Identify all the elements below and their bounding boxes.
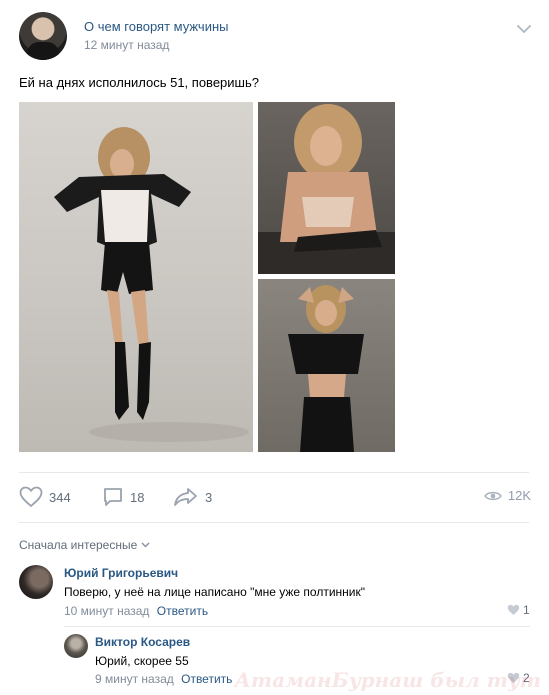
comment-avatar[interactable] (19, 565, 53, 599)
comment-time[interactable]: 9 минут назад (95, 672, 174, 686)
comment-author-link[interactable]: Юрий Григорьевич (64, 566, 178, 580)
share-button[interactable]: 3 (173, 486, 212, 508)
comment-time[interactable]: 10 минут назад (64, 604, 149, 618)
comments-divider (19, 522, 529, 523)
like-button[interactable]: 344 (19, 486, 71, 508)
comment-count: 18 (130, 489, 145, 505)
comment-like-button[interactable]: 1 (507, 603, 530, 617)
eye-icon (483, 491, 502, 500)
chevron-down-icon[interactable] (517, 24, 531, 34)
comment-button[interactable]: 18 (102, 486, 144, 508)
watermark: АтаманБурнаш был тут (234, 668, 541, 692)
group-name-link[interactable]: О чем говорят мужчины (84, 19, 228, 34)
comment-text: Юрий, скорее 55 (95, 654, 189, 668)
comment-text: Поверю, у неё на лице написано "мне уже … (64, 585, 365, 599)
like-count: 344 (49, 489, 71, 505)
comment-divider (64, 626, 530, 627)
comment-avatar[interactable] (64, 634, 88, 658)
comment-author-link[interactable]: Виктор Косарев (95, 635, 190, 649)
post-divider (19, 472, 529, 473)
reply-button[interactable]: Ответить (181, 672, 232, 686)
post-text: Ей на днях исполнилось 51, поверишь? (19, 75, 259, 90)
post-photo-1[interactable] (19, 102, 253, 452)
share-icon (174, 488, 197, 506)
post-time[interactable]: 12 минут назад (84, 38, 169, 52)
comment-like-count: 1 (523, 603, 530, 617)
comments-sort-dropdown[interactable]: Сначала интересные (19, 538, 150, 552)
heart-icon (19, 486, 43, 508)
share-count: 3 (205, 489, 213, 505)
sort-label: Сначала интересные (19, 538, 138, 552)
group-avatar[interactable] (19, 12, 67, 60)
post-actions: 344 18 3 12K (19, 483, 531, 513)
post-header: О чем говорят мужчины 12 минут назад (19, 12, 531, 60)
comment-icon (104, 488, 122, 506)
comment-meta: 10 минут назад Ответить (64, 604, 208, 618)
post-photo-2[interactable] (258, 102, 395, 274)
views-counter: 12K (483, 488, 531, 503)
post-photo-3[interactable] (258, 279, 395, 452)
views-count: 12K (507, 488, 531, 503)
heart-icon (507, 604, 520, 615)
comment-meta: 9 минут назад Ответить (95, 672, 232, 686)
reply-button[interactable]: Ответить (157, 604, 208, 618)
chevron-down-icon (141, 542, 150, 548)
